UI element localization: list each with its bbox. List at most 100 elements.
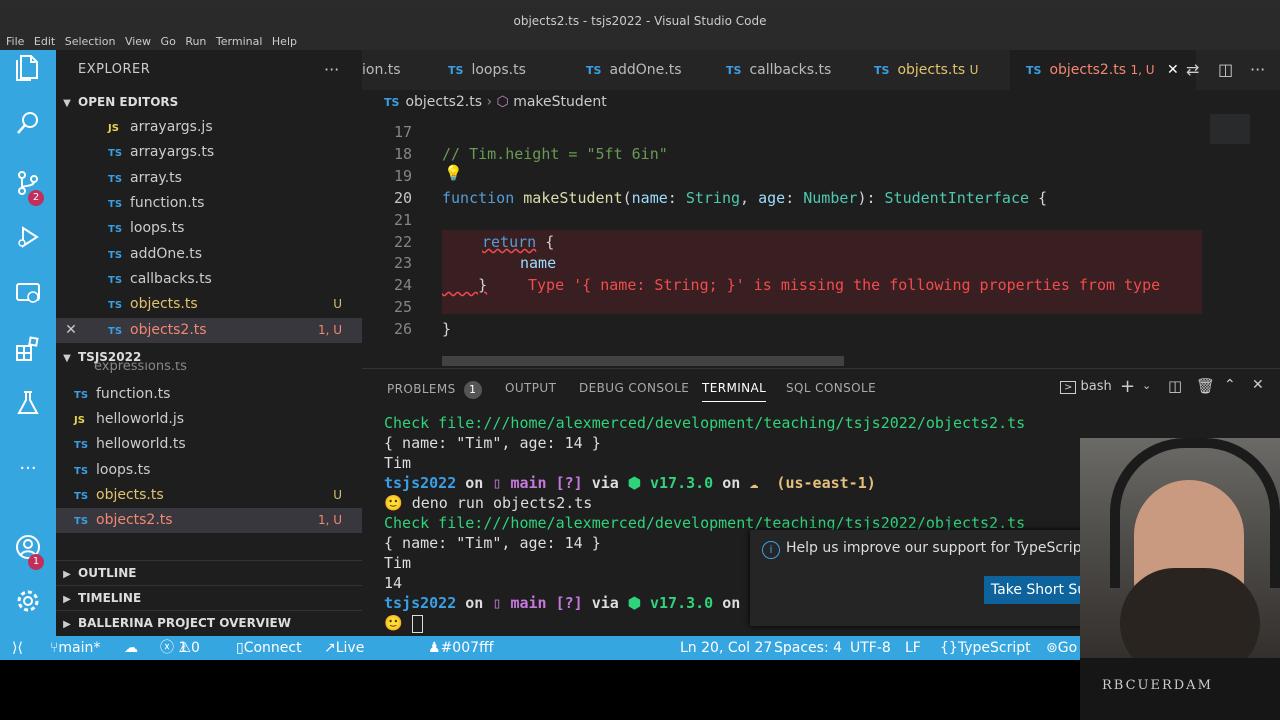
search-icon[interactable]: [0, 108, 56, 152]
close-panel-icon[interactable]: ✕: [1252, 377, 1264, 393]
menu-view[interactable]: View: [125, 34, 151, 50]
remote-icon[interactable]: ⟩⟨: [12, 636, 23, 660]
live-share-button[interactable]: ↗ Live Share: [324, 636, 376, 680]
go-live-button[interactable]: ⊚ Go: [1046, 636, 1077, 660]
compare-changes-icon[interactable]: ⇄: [1186, 50, 1199, 90]
tab-partial[interactable]: ion.ts: [362, 50, 401, 90]
cursor-position[interactable]: Ln 20, Col 27: [680, 636, 772, 660]
ts-file-icon: TS: [74, 466, 89, 477]
tab-objects2-active[interactable]: TS objects2.ts 1, U ✕: [1010, 50, 1196, 90]
project-file-item[interactable]: TS function.ts: [56, 382, 362, 407]
split-terminal-icon[interactable]: ◫: [1168, 377, 1182, 395]
close-tab-icon[interactable]: ✕: [1167, 62, 1179, 78]
breadcrumb: TS objects2.ts › ⬡ makeStudent: [384, 94, 607, 110]
tab-output[interactable]: OUTPUT: [505, 381, 556, 395]
color-indicator[interactable]: ♟ #007fff: [428, 636, 494, 660]
tab-objects[interactable]: TS objects.ts U: [874, 50, 978, 90]
encoding[interactable]: UTF-8: [850, 636, 891, 660]
project-file-item[interactable]: TS loops.ts: [56, 458, 362, 483]
code-line-23: name: [520, 254, 557, 272]
split-editor-icon[interactable]: ◫: [1218, 50, 1233, 90]
project-file-item-active[interactable]: TS objects2.ts 1, U: [56, 508, 362, 533]
error-untracked-badge: 1, U: [317, 323, 342, 337]
explorer-more-icon[interactable]: ···: [324, 60, 339, 79]
tab-problems[interactable]: PROBLEMS 1: [387, 381, 482, 399]
tab-sql-console[interactable]: SQL CONSOLE: [786, 381, 876, 395]
info-icon: i: [762, 541, 780, 559]
breadcrumb-file[interactable]: objects2.ts: [405, 94, 482, 110]
horizontal-scrollbar[interactable]: [442, 356, 844, 366]
problems-count-badge: 1: [463, 381, 482, 399]
project-file-item[interactable]: JS helloworld.js: [56, 407, 362, 432]
code-line-18: // Tim.height = "5ft 6in": [442, 145, 668, 163]
terminal-input[interactable]: 🙂: [384, 614, 423, 633]
tab-terminal[interactable]: TERMINAL: [702, 381, 767, 402]
close-icon[interactable]: ✕: [56, 318, 86, 343]
tab-loops[interactable]: TS loops.ts: [448, 50, 526, 90]
open-editor-item[interactable]: JS arrayargs.js: [56, 115, 362, 140]
open-editor-item[interactable]: TS addOne.ts: [56, 242, 362, 267]
menu-go[interactable]: Go: [161, 34, 176, 50]
open-editors-header[interactable]: ▼ OPEN EDITORS: [56, 90, 362, 114]
timeline-header[interactable]: ▶ TIMELINE: [56, 585, 362, 610]
remote-explorer-icon[interactable]: [0, 278, 56, 322]
chevron-down-icon[interactable]: ⌄: [1142, 379, 1151, 392]
minimap[interactable]: [1210, 114, 1250, 144]
tab-addone[interactable]: TS addOne.ts: [586, 50, 682, 90]
extensions-icon[interactable]: [0, 334, 56, 378]
terminal-shell-selector[interactable]: > bash: [1060, 379, 1112, 394]
open-editor-item[interactable]: TS function.ts: [56, 191, 362, 216]
terminal-line: Tim: [384, 454, 412, 472]
menu-terminal[interactable]: Terminal: [216, 34, 263, 50]
outline-header[interactable]: ▶ OUTLINE: [56, 560, 362, 585]
trash-icon[interactable]: 🗑: [1196, 377, 1215, 395]
ts-file-icon: TS: [1026, 64, 1042, 77]
language-mode[interactable]: {} TypeScript: [940, 636, 1031, 660]
line-number: 21: [393, 211, 412, 229]
ts-file-icon: TS: [384, 96, 400, 109]
line-ending[interactable]: LF: [905, 636, 921, 660]
menu-file[interactable]: File: [6, 34, 24, 50]
open-editor-item-active[interactable]: ✕ TS objects2.ts 1, U: [56, 318, 362, 343]
editor-tab-bar: ion.ts TS loops.ts TS addOne.ts TS callback…: [362, 50, 1280, 90]
code-editor[interactable]: TS objects2.ts › ⬡ makeStudent 17 18 19 2…: [362, 90, 1280, 368]
problems-indicator[interactable]: ⓧ 1 ⚠ 0: [160, 636, 200, 660]
new-terminal-icon[interactable]: +: [1120, 376, 1135, 397]
tab-callbacks[interactable]: TS callbacks.ts: [726, 50, 831, 90]
run-debug-icon[interactable]: [0, 222, 56, 266]
source-control-icon[interactable]: 2: [0, 168, 56, 212]
open-editor-item[interactable]: TS loops.ts: [56, 216, 362, 241]
menu-help[interactable]: Help: [272, 34, 297, 50]
testing-icon[interactable]: [0, 388, 56, 432]
open-editor-item[interactable]: TS callbacks.ts: [56, 267, 362, 292]
maximize-panel-icon[interactable]: ⌃: [1224, 377, 1236, 393]
explorer-icon[interactable]: [0, 54, 56, 98]
untracked-badge: U: [333, 488, 342, 502]
ts-file-icon: TS: [74, 440, 89, 451]
accounts-icon[interactable]: 1: [0, 532, 56, 576]
open-editor-item[interactable]: TS objects.ts U: [56, 292, 362, 317]
project-file-item[interactable]: TS objects.ts U: [56, 483, 362, 508]
ts-file-icon: TS: [726, 64, 742, 77]
more-actions-icon[interactable]: ···: [1250, 50, 1265, 90]
more-icon[interactable]: ...: [0, 442, 56, 486]
ballerina-header[interactable]: ▶ BALLERINA PROJECT OVERVIEW: [56, 610, 362, 635]
sync-icon[interactable]: ☁: [124, 636, 138, 660]
project-file-item-partial[interactable]: expressions.ts: [56, 362, 362, 374]
tab-debug-console[interactable]: DEBUG CONSOLE: [579, 381, 689, 395]
menu-edit[interactable]: Edit: [34, 34, 55, 50]
lightbulb-icon[interactable]: 💡: [444, 164, 463, 182]
indentation[interactable]: Spaces: 4: [774, 636, 842, 660]
project-file-item[interactable]: TS helloworld.ts: [56, 432, 362, 457]
menu-run[interactable]: Run: [185, 34, 206, 50]
open-editor-item[interactable]: TS array.ts: [56, 166, 362, 191]
breadcrumb-symbol[interactable]: makeStudent: [513, 94, 607, 110]
terminal-prompt: tsjs2022 on ▯ main [?] via ⬢ v17.3.0 on …: [384, 474, 876, 492]
line-number: 19: [393, 167, 412, 185]
terminal-line: { name: "Tim", age: 14 }: [384, 434, 601, 452]
settings-gear-icon[interactable]: [0, 586, 56, 630]
menu-selection[interactable]: Selection: [65, 34, 116, 50]
open-editor-item[interactable]: TS arrayargs.ts: [56, 140, 362, 165]
branch-indicator[interactable]: ⑂ main*: [50, 636, 100, 660]
connect-button[interactable]: ▯ Connect: [236, 636, 302, 660]
